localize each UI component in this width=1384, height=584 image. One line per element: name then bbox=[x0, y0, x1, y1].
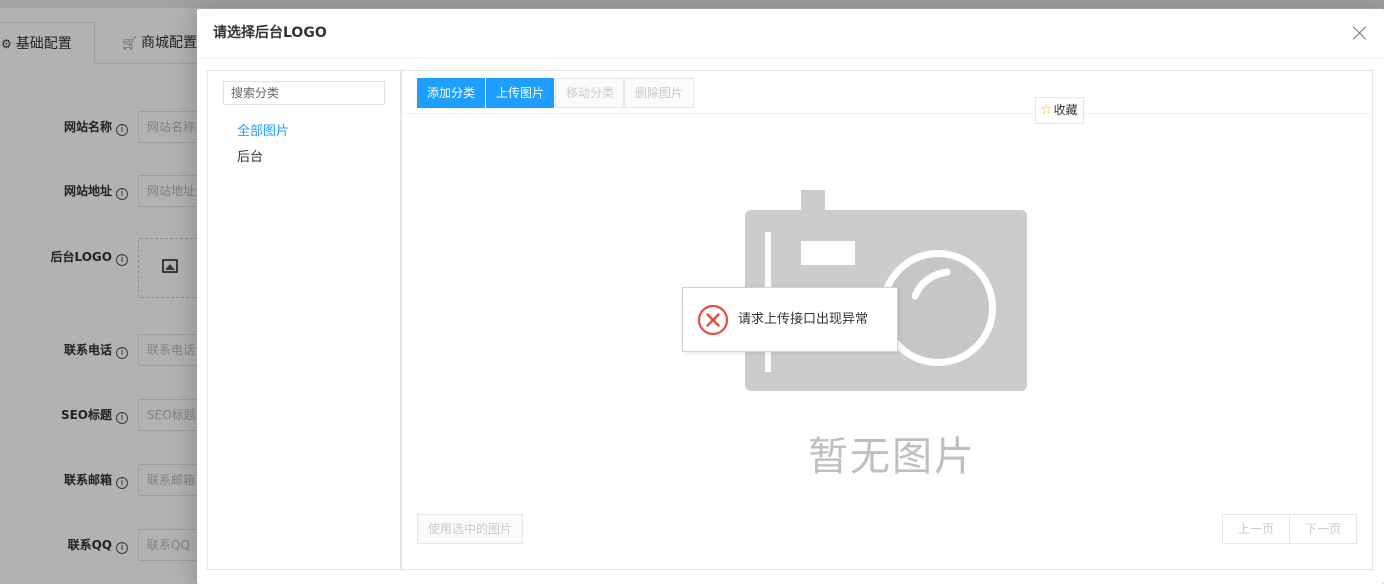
modal-header: 请选择后台LOGO bbox=[197, 9, 1384, 59]
error-toast: 请求上传接口出现异常 bbox=[682, 287, 898, 352]
use-selected-image-button[interactable]: 使用选中的图片 bbox=[417, 514, 524, 544]
add-category-button[interactable]: 添加分类 bbox=[417, 78, 485, 108]
move-category-button[interactable]: 移动分类 bbox=[555, 78, 624, 108]
category-item-backend[interactable]: 后台 bbox=[237, 145, 289, 171]
image-manager: 全部图片 后台 添加分类 上传图片 移动分类 删除图片 ☆收藏 bbox=[207, 70, 1373, 570]
empty-state-text: 暂无图片 bbox=[808, 434, 976, 480]
select-logo-modal: 请选择后台LOGO 全部图片 后台 添加分类 上传图片 移动分类 删除图片 ☆收… bbox=[197, 9, 1384, 584]
favorite-label: 收藏 bbox=[1053, 103, 1078, 117]
prev-page-button[interactable]: 上一页 bbox=[1222, 514, 1290, 544]
error-circle-icon bbox=[697, 304, 729, 336]
modal-title: 请选择后台LOGO bbox=[213, 25, 327, 41]
upload-image-button[interactable]: 上传图片 bbox=[486, 78, 554, 108]
star-icon: ☆ bbox=[1040, 102, 1053, 118]
favorite-button[interactable]: ☆收藏 bbox=[1035, 97, 1084, 124]
next-page-button[interactable]: 下一页 bbox=[1289, 514, 1357, 544]
toast-message: 请求上传接口出现异常 bbox=[738, 312, 869, 327]
category-panel: 全部图片 后台 bbox=[208, 71, 401, 569]
delete-image-button[interactable]: 删除图片 bbox=[624, 78, 694, 108]
category-item-all[interactable]: 全部图片 bbox=[237, 119, 289, 145]
category-list: 全部图片 后台 bbox=[237, 119, 289, 171]
category-search-input[interactable] bbox=[223, 81, 385, 105]
close-icon[interactable] bbox=[1352, 25, 1368, 41]
image-toolbar: 添加分类 上传图片 移动分类 删除图片 bbox=[402, 71, 1373, 114]
image-panel: 添加分类 上传图片 移动分类 删除图片 ☆收藏 暂无图片 请求上传接口出现异常 … bbox=[401, 71, 1373, 569]
